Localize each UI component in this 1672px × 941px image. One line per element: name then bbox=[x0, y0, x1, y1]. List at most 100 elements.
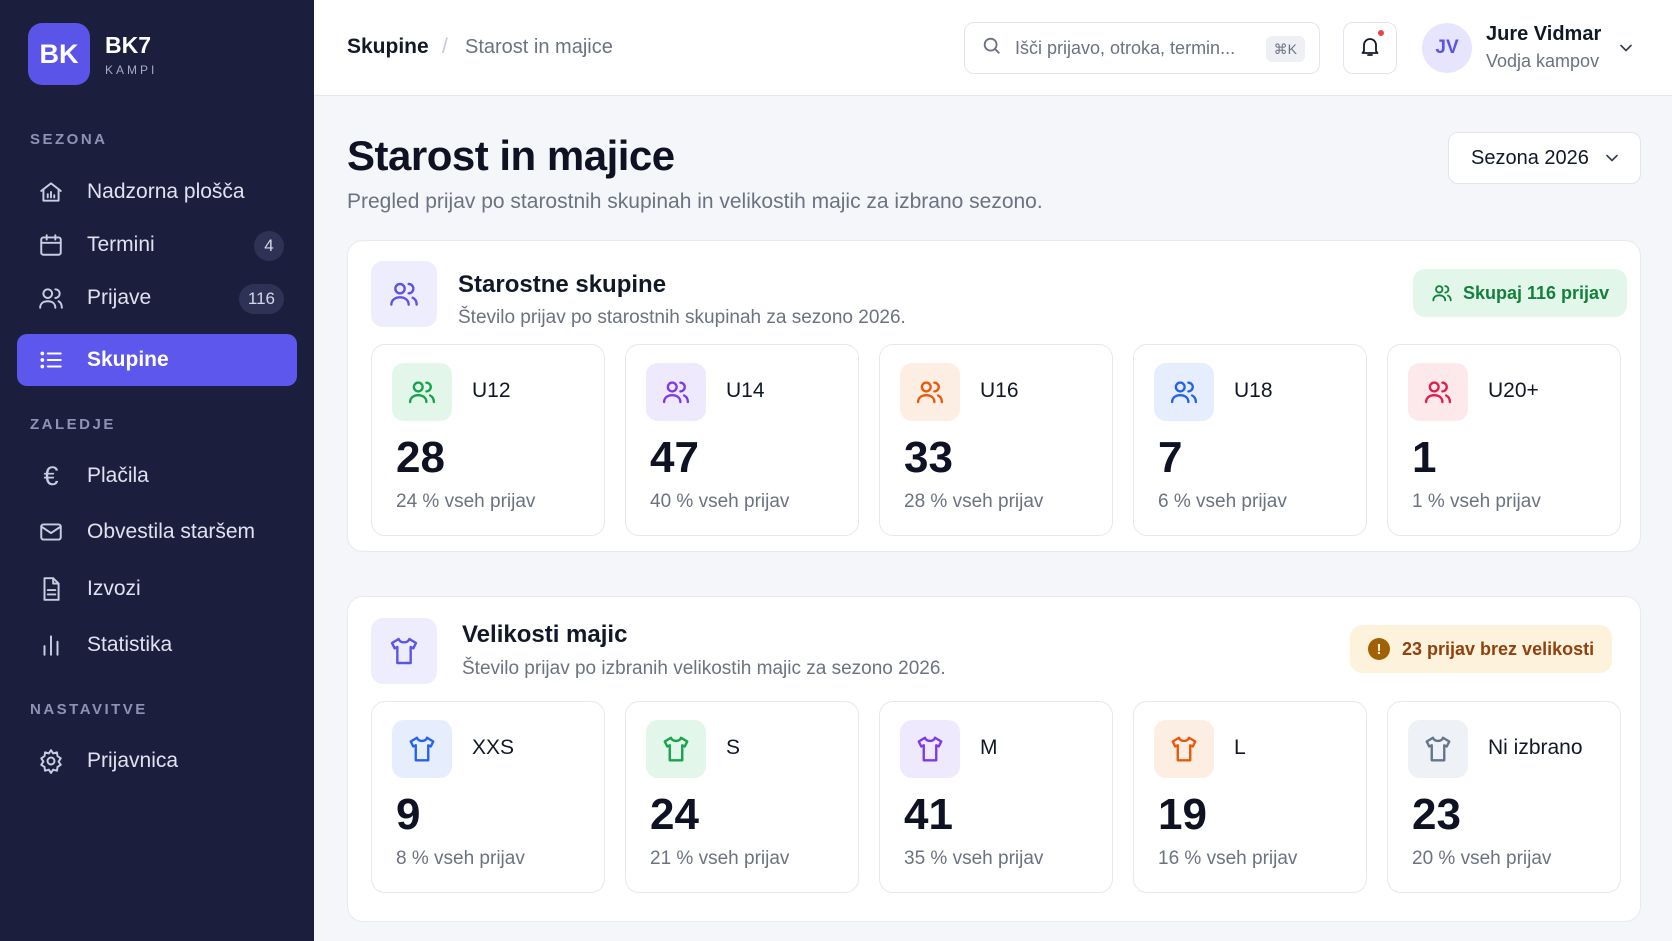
brand-subtitle: KAMPI bbox=[105, 62, 158, 77]
stat-percentage: 35 % vseh prijav bbox=[904, 848, 1044, 869]
mail-icon bbox=[37, 518, 65, 546]
users-icon bbox=[371, 261, 437, 327]
sidebar: BK BK7 KAMPI SEZONA Nadzorna plošča Term… bbox=[0, 0, 314, 941]
search-shortcut: ⌘K bbox=[1265, 36, 1305, 62]
sidebar-item-obvestila[interactable]: Obvestila staršem bbox=[17, 506, 297, 558]
tshirt-icon bbox=[1408, 720, 1468, 778]
stat-label: U14 bbox=[726, 379, 765, 402]
stat-card-u18[interactable]: U18 7 6 % vseh prijav bbox=[1133, 344, 1367, 536]
list-icon bbox=[37, 346, 65, 374]
stat-percentage: 24 % vseh prijav bbox=[396, 491, 536, 512]
users-icon bbox=[392, 363, 452, 421]
breadcrumb-separator: / bbox=[442, 35, 448, 58]
user-role: Vodja kampov bbox=[1486, 51, 1600, 71]
users-icon bbox=[1154, 363, 1214, 421]
season-select-value: Sezona 2026 bbox=[1471, 146, 1589, 169]
sidebar-item-skupine[interactable]: Skupine bbox=[17, 334, 297, 386]
sidebar-item-nadzorna-plosca[interactable]: Nadzorna plošča bbox=[17, 166, 297, 218]
stat-card-xxs[interactable]: XXS 9 8 % vseh prijav bbox=[371, 701, 605, 893]
tshirt-icon bbox=[646, 720, 706, 778]
stat-percentage: 8 % vseh prijav bbox=[396, 848, 525, 869]
sidebar-item-label: Skupine bbox=[87, 348, 169, 371]
stat-percentage: 6 % vseh prijav bbox=[1158, 491, 1287, 512]
sidebar-item-statistika[interactable]: Statistika bbox=[17, 619, 297, 671]
users-icon bbox=[1408, 363, 1468, 421]
stat-card-u14[interactable]: U14 47 40 % vseh prijav bbox=[625, 344, 859, 536]
stat-card-u12[interactable]: U12 28 24 % vseh prijav bbox=[371, 344, 605, 536]
sidebar-item-prijave[interactable]: Prijave 116 bbox=[17, 272, 297, 324]
stat-value: 28 bbox=[396, 433, 445, 482]
sidebar-item-label: Obvestila staršem bbox=[87, 520, 256, 543]
stat-card-u20[interactable]: U20+ 1 1 % vseh prijav bbox=[1387, 344, 1621, 536]
sidebar-item-izvozi[interactable]: Izvozi bbox=[17, 563, 297, 615]
stat-value: 23 bbox=[1412, 790, 1461, 839]
page-title: Starost in majice bbox=[347, 132, 675, 179]
calendar-icon bbox=[37, 231, 65, 259]
notification-dot bbox=[1376, 28, 1386, 38]
breadcrumb-skupine[interactable]: Skupine bbox=[347, 35, 429, 59]
sidebar-item-placila[interactable]: € Plačila bbox=[17, 450, 297, 502]
count-badge: 4 bbox=[254, 231, 284, 261]
search-input[interactable] bbox=[1015, 37, 1245, 59]
sidebar-item-label: Prijavnica bbox=[87, 749, 179, 772]
stat-label: U20+ bbox=[1488, 379, 1539, 402]
missing-size-badge: ! 23 prijav brez velikosti bbox=[1350, 625, 1613, 673]
shirt-sizes-panel: Velikosti majic Število prijav po izbran… bbox=[347, 596, 1641, 922]
tshirt-icon bbox=[1154, 720, 1214, 778]
tshirt-icon bbox=[900, 720, 960, 778]
stat-percentage: 1 % vseh prijav bbox=[1412, 491, 1541, 512]
page-subtitle: Pregled prijav po starostnih skupinah in… bbox=[347, 190, 1043, 213]
sidebar-item-label: Izvozi bbox=[87, 577, 141, 600]
notifications-button[interactable] bbox=[1343, 22, 1397, 74]
brand[interactable]: BK BK7 KAMPI bbox=[28, 23, 157, 85]
chevron-down-icon[interactable] bbox=[1616, 38, 1636, 58]
stat-value: 47 bbox=[650, 433, 699, 482]
search-box[interactable]: ⌘K bbox=[964, 22, 1320, 74]
stat-card-l[interactable]: L 19 16 % vseh prijav bbox=[1133, 701, 1367, 893]
stat-card-m[interactable]: M 41 35 % vseh prijav bbox=[879, 701, 1113, 893]
brand-logo: BK bbox=[28, 23, 90, 85]
stat-label: XXS bbox=[472, 736, 515, 759]
stat-label: U16 bbox=[980, 379, 1019, 402]
stat-percentage: 40 % vseh prijav bbox=[650, 491, 790, 512]
search-icon bbox=[981, 35, 1003, 62]
tshirt-icon bbox=[371, 618, 437, 684]
bell-icon bbox=[1358, 34, 1382, 63]
nav-section-sezona: SEZONA bbox=[30, 131, 108, 148]
users-icon bbox=[37, 284, 65, 312]
stat-value: 24 bbox=[650, 790, 699, 839]
panel-description: Število prijav po izbranih velikostih ma… bbox=[462, 658, 946, 679]
stat-label: Ni izbrano bbox=[1488, 736, 1583, 759]
stat-card-s[interactable]: S 24 21 % vseh prijav bbox=[625, 701, 859, 893]
stat-label: M bbox=[980, 736, 998, 759]
user-name[interactable]: Jure Vidmar bbox=[1486, 23, 1601, 46]
stat-value: 19 bbox=[1158, 790, 1207, 839]
stat-card-ni-izbrano[interactable]: Ni izbrano 23 20 % vseh prijav bbox=[1387, 701, 1621, 893]
tshirt-icon bbox=[392, 720, 452, 778]
users-icon bbox=[900, 363, 960, 421]
gear-icon bbox=[37, 747, 65, 775]
badge-label: 23 prijav brez velikosti bbox=[1402, 638, 1595, 659]
badge-label: Skupaj 116 prijav bbox=[1463, 282, 1610, 303]
panel-title: Starostne skupine bbox=[458, 271, 667, 298]
nav-section-zaledje: ZALEDJE bbox=[30, 416, 116, 433]
age-groups-panel: Starostne skupine Število prijav po star… bbox=[347, 240, 1641, 552]
avatar[interactable]: JV bbox=[1422, 23, 1472, 73]
dashboard-home-icon bbox=[37, 178, 65, 206]
stat-value: 7 bbox=[1158, 433, 1183, 482]
season-select[interactable]: Sezona 2026 bbox=[1448, 132, 1641, 184]
sidebar-item-termini[interactable]: Termini 4 bbox=[17, 219, 297, 271]
sidebar-item-label: Termini bbox=[87, 233, 155, 256]
sidebar-item-label: Prijave bbox=[87, 286, 152, 309]
sidebar-item-label: Plačila bbox=[87, 464, 149, 487]
stat-card-u16[interactable]: U16 33 28 % vseh prijav bbox=[879, 344, 1113, 536]
stat-label: L bbox=[1234, 736, 1246, 759]
warning-icon: ! bbox=[1368, 638, 1390, 660]
sidebar-item-prijavnica[interactable]: Prijavnica bbox=[17, 735, 297, 787]
brand-name: BK7 bbox=[105, 31, 152, 58]
breadcrumb-current-page: Starost in majice bbox=[465, 36, 613, 58]
users-icon bbox=[1432, 285, 1452, 302]
stat-percentage: 21 % vseh prijav bbox=[650, 848, 790, 869]
stat-percentage: 20 % vseh prijav bbox=[1412, 848, 1552, 869]
stat-label: S bbox=[726, 736, 741, 759]
